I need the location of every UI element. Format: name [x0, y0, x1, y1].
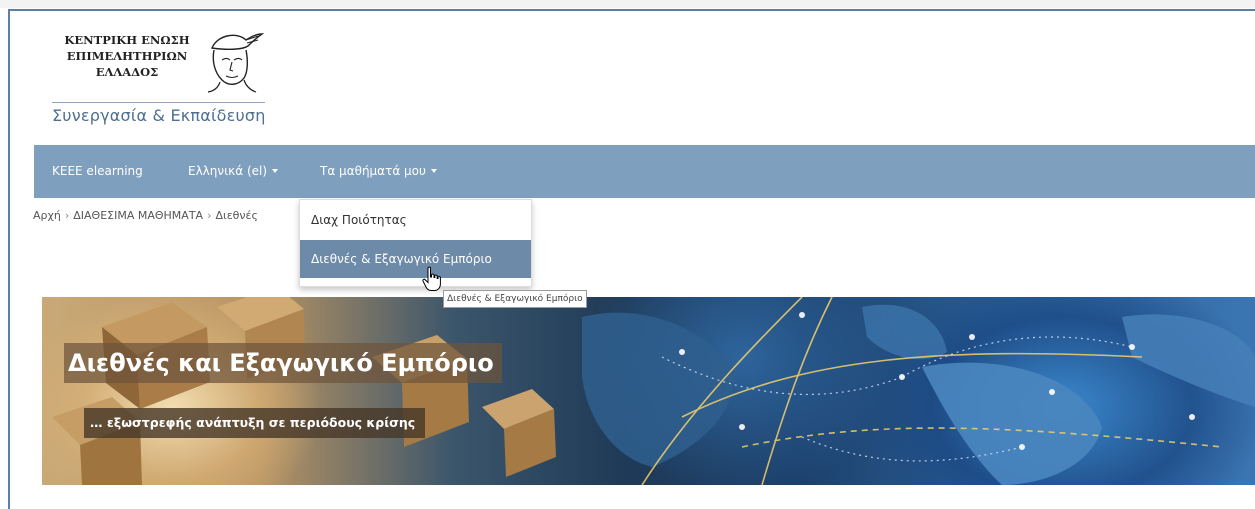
course-banner-image: Διεθνές και Εξαγωγικό Εμπόριο … εξωστρεφ… [42, 297, 1255, 485]
main-navbar: KEEE elearning Ελληνικά (el) Τα μαθήματά… [34, 145, 1255, 198]
nav-site-home-link[interactable]: KEEE elearning [52, 145, 143, 198]
logo-wordmark: ΚΕΝΤΡΙΚΗ ΕΝΩΣΗ ΕΠΙΜΕΛΗΤΗΡΙΩΝ ΕΛΛΑΔΟΣ [52, 32, 202, 80]
logo-tagline: Συνεργασία & Εκπαίδευση [52, 106, 266, 125]
breadcrumb-separator-icon: › [64, 209, 70, 222]
hand-cursor-icon [422, 266, 441, 291]
chevron-down-icon [272, 168, 279, 173]
logo-line-2: ΕΠΙΜΕΛΗΤΗΡΙΩΝ [66, 49, 188, 63]
banner-subtitle: … εξωστρεφής ανάπτυξη σε περιόδους κρίση… [84, 408, 426, 438]
logo-line-3: ΕΛΛΑΔΟΣ [95, 65, 159, 79]
nav-language-menu[interactable]: Ελληνικά (el) [188, 145, 279, 198]
nav-my-courses-menu[interactable]: Τα μαθήματά μου [320, 145, 437, 198]
world-map-illustration [582, 304, 1255, 485]
chevron-down-icon [430, 168, 437, 173]
nav-language-label: Ελληνικά (el) [188, 164, 268, 178]
hermes-head-icon [207, 33, 264, 93]
logo-divider [52, 102, 265, 103]
tooltip: Διεθνές & Εξαγωγικό Εμπόριο [443, 290, 587, 308]
dropdown-item-quality-management[interactable]: Διαχ Ποιότητας [300, 200, 531, 240]
my-courses-dropdown: Διαχ Ποιότητας Διεθνές & Εξαγωγικό Εμπόρ… [299, 199, 532, 287]
breadcrumb: Αρχή › ΔΙΑΘΕΣΙΜΑ ΜΑΘΗΜΑΤΑ › Διεθνές [33, 209, 258, 222]
nav-my-courses-label: Τα μαθήματά μου [320, 164, 426, 178]
logo-line-1: ΚΕΝΤΡΙΚΗ ΕΝΩΣΗ [64, 33, 190, 47]
site-logo[interactable]: ΚΕΝΤΡΙΚΗ ΕΝΩΣΗ ΕΠΙΜΕΛΗΤΗΡΙΩΝ ΕΛΛΑΔΟΣ Συν… [52, 28, 267, 132]
breadcrumb-current[interactable]: Διεθνές [215, 209, 257, 222]
dropdown-item-international-trade[interactable]: Διεθνές & Εξαγωγικό Εμπόριο [300, 240, 531, 278]
boxes-illustration [52, 297, 556, 485]
window-top-strip [0, 0, 1255, 8]
breadcrumb-home[interactable]: Αρχή [33, 209, 61, 222]
banner-title: Διεθνές και Εξαγωγικό Εμπόριο [64, 343, 502, 383]
breadcrumb-available-courses[interactable]: ΔΙΑΘΕΣΙΜΑ ΜΑΘΗΜΑΤΑ [73, 209, 203, 222]
banner-artwork [52, 297, 1255, 485]
breadcrumb-separator-icon: › [207, 209, 212, 222]
